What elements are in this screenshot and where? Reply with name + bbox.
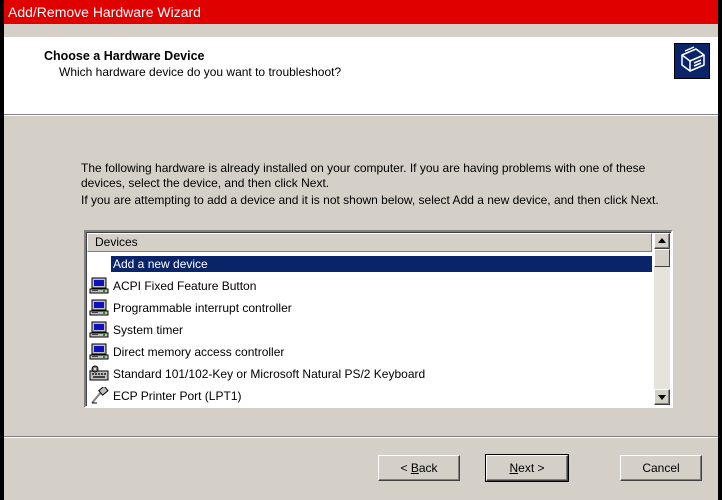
device-list-item[interactable]: Programmable interrupt controller bbox=[87, 297, 652, 319]
add-device-paragraph: If you are attempting to add a device an… bbox=[81, 193, 659, 207]
arrow-down-icon bbox=[658, 395, 666, 400]
device-list-item[interactable]: ACPI Fixed Feature Button bbox=[87, 275, 652, 297]
instructions-paragraph: The following hardware is already instal… bbox=[81, 161, 646, 190]
next-mnemonic: N bbox=[509, 461, 519, 475]
device-label: Standard 101/102-Key or Microsoft Natura… bbox=[113, 367, 426, 381]
device-list-item[interactable]: ECP Printer Port (LPT1) bbox=[87, 385, 652, 406]
wizard-header: Choose a Hardware Device Which hardware … bbox=[4, 37, 718, 114]
printer-port-icon bbox=[89, 385, 109, 405]
header-subtitle: Which hardware device do you want to tro… bbox=[59, 65, 342, 79]
vertical-scrollbar[interactable] bbox=[654, 233, 670, 405]
device-label: Direct memory access controller bbox=[113, 345, 285, 359]
back-mnemonic: B bbox=[410, 461, 419, 475]
hardware-wizard-icon bbox=[674, 43, 710, 79]
back-prefix: < bbox=[400, 461, 411, 475]
scroll-up-button[interactable] bbox=[654, 233, 670, 249]
next-button[interactable]: Next > bbox=[485, 454, 569, 482]
back-button[interactable]: < Back bbox=[378, 455, 460, 481]
scroll-down-button[interactable] bbox=[654, 389, 670, 405]
computer-icon bbox=[89, 277, 109, 295]
device-label: System timer bbox=[113, 323, 184, 337]
title-bar[interactable]: Add/Remove Hardware Wizard bbox=[4, 0, 718, 24]
computer-icon bbox=[89, 321, 109, 339]
wizard-window: Add/Remove Hardware Wizard Choose a Hard… bbox=[0, 0, 722, 500]
cancel-button[interactable]: Cancel bbox=[620, 455, 702, 481]
devices-listview[interactable]: Devices Add a new device ACPI Fixed Featu… bbox=[84, 230, 673, 408]
keyboard-icon bbox=[89, 365, 109, 383]
device-label: ACPI Fixed Feature Button bbox=[113, 279, 257, 293]
footer-divider-highlight bbox=[4, 437, 718, 438]
device-list-item[interactable]: Standard 101/102-Key or Microsoft Natura… bbox=[87, 363, 652, 385]
scroll-thumb[interactable] bbox=[654, 249, 670, 267]
device-list-item[interactable]: System timer bbox=[87, 319, 652, 341]
next-label-rest: ext > bbox=[518, 461, 545, 475]
device-label: Add a new device bbox=[111, 256, 652, 272]
devices-column-header[interactable]: Devices bbox=[87, 233, 652, 252]
device-label: Programmable interrupt controller bbox=[113, 301, 292, 315]
arrow-up-icon bbox=[658, 238, 666, 243]
computer-icon bbox=[89, 343, 109, 361]
computer-icon bbox=[89, 299, 109, 317]
header-divider-highlight bbox=[4, 115, 718, 116]
devices-list: Add a new device ACPI Fixed Feature Butto… bbox=[87, 253, 652, 406]
header-title: Choose a Hardware Device bbox=[44, 49, 205, 63]
device-list-item[interactable]: Add a new device bbox=[87, 253, 652, 275]
device-list-item[interactable]: Direct memory access controller bbox=[87, 341, 652, 363]
device-label: ECP Printer Port (LPT1) bbox=[113, 389, 242, 403]
back-label-rest: ack bbox=[418, 461, 438, 475]
